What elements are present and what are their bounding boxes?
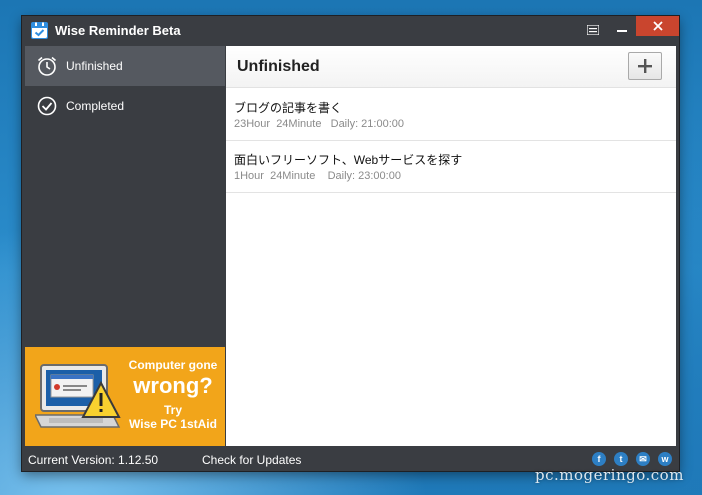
task-remaining: 1Hour 24Minute: [234, 170, 316, 182]
ad-banner-wise-pc-1staid[interactable]: Computer gone wrong? Try Wise PC 1stAid: [25, 347, 225, 446]
page-title: Unfinished: [237, 58, 320, 75]
ad-text: Computer gone wrong? Try Wise PC 1stAid: [121, 358, 225, 432]
plus-icon: [638, 59, 652, 73]
task-title: ブログの記事を書く: [234, 101, 343, 115]
add-reminder-button[interactable]: [628, 52, 662, 80]
main-content: Unfinished ブログの記事を書く 23Hour 24Minute Dai…: [226, 46, 676, 446]
facebook-icon[interactable]: f: [592, 452, 606, 466]
task-schedule: Daily: 23:00:00: [327, 170, 401, 182]
close-icon: [652, 21, 663, 31]
title-bar[interactable]: Wise Reminder Beta: [22, 16, 679, 46]
watermark: pc.mogeringo.com: [535, 466, 684, 484]
app-window: Wise Reminder Beta Unfinished Completed …: [22, 16, 679, 471]
sidebar-item-label: Unfinished: [66, 59, 123, 73]
ad-line-3: Try: [163, 403, 182, 418]
version-label: Current Version: 1.12.50: [28, 453, 159, 467]
broken-laptop-warning-icon: [35, 364, 121, 428]
task-meta: 23Hour 24Minute Daily: 21:00:00: [234, 118, 404, 130]
sidebar-item-label: Completed: [66, 99, 125, 113]
check-circle-icon: [37, 96, 57, 116]
task-title: 面白いフリーソフト、Webサービスを探す: [234, 153, 463, 167]
check-for-updates-link[interactable]: Check for Updates: [202, 453, 301, 467]
app-calendar-icon: [31, 22, 48, 39]
ad-line-1: Computer gone: [128, 358, 218, 372]
website-icon[interactable]: w: [658, 452, 672, 466]
twitter-icon[interactable]: t: [614, 452, 628, 466]
task-row[interactable]: ブログの記事を書く 23Hour 24Minute Daily: 21:00:0…: [226, 88, 676, 141]
minimize-icon: [617, 30, 627, 32]
ad-line-4: Wise PC 1stAid: [129, 416, 217, 431]
task-schedule: Daily: 21:00:00: [330, 118, 405, 130]
task-row[interactable]: 面白いフリーソフト、Webサービスを探す 1Hour 24Minute Dail…: [226, 140, 676, 193]
task-remaining: 23Hour 24Minute: [234, 118, 322, 130]
sidebar-item-unfinished[interactable]: Unfinished: [25, 46, 225, 86]
content-header: Unfinished: [226, 46, 676, 88]
email-icon[interactable]: ✉: [636, 452, 650, 466]
close-button[interactable]: [636, 16, 679, 36]
minimize-button[interactable]: [610, 18, 634, 38]
settings-menu-button[interactable]: [582, 20, 604, 40]
task-meta: 1Hour 24Minute Daily: 23:00:00: [234, 170, 401, 182]
sidebar-item-completed[interactable]: Completed: [25, 86, 225, 126]
ad-line-2: wrong?: [133, 372, 213, 398]
window-title: Wise Reminder Beta: [55, 23, 181, 38]
menu-icon: [587, 25, 599, 35]
alarm-clock-icon: [37, 56, 57, 76]
